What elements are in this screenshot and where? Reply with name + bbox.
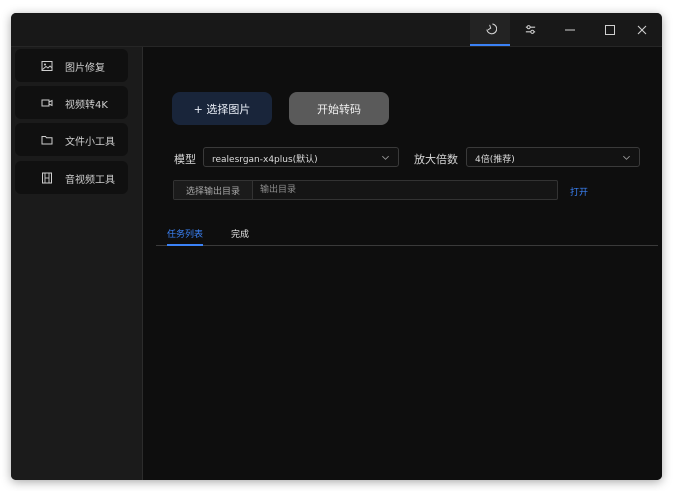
sidebar-item-av-tools[interactable]: 音视频工具 <box>15 161 128 194</box>
start-transcode-button[interactable]: 开始转码 <box>289 92 389 125</box>
open-output-link[interactable]: 打开 <box>570 185 588 198</box>
output-dir-input[interactable] <box>253 181 557 199</box>
sidebar-item-label: 视频转4K <box>65 100 108 111</box>
minimize-icon <box>565 28 575 31</box>
folder-icon <box>41 136 53 145</box>
choose-output-dir-button[interactable]: 选择输出目录 <box>174 181 253 199</box>
model-label: 模型 <box>174 153 196 166</box>
maximize-icon <box>605 24 615 35</box>
output-directory-group: 选择输出目录 <box>173 180 558 200</box>
sidebar-item-label: 音视频工具 <box>65 175 115 186</box>
chevron-down-icon <box>623 155 630 160</box>
settings-button[interactable] <box>510 13 550 46</box>
tab-task-list[interactable]: 任务列表 <box>167 227 204 246</box>
theme-toggle-button[interactable] <box>470 13 510 46</box>
video-camera-icon <box>41 99 53 107</box>
film-icon <box>42 172 52 184</box>
close-icon <box>637 25 647 34</box>
minimize-button[interactable] <box>550 13 590 46</box>
moon-icon <box>485 23 497 35</box>
model-select[interactable]: realesrgan-x4plus(默认) <box>203 147 399 167</box>
image-icon <box>41 61 53 71</box>
sliders-icon <box>525 25 535 34</box>
sidebar: 图片修复 视频转4K 文件小工具 音视频工具 <box>11 47 143 480</box>
sidebar-item-image-repair[interactable]: 图片修复 <box>15 49 128 82</box>
model-select-value: realesrgan-x4plus(默认) <box>212 155 318 165</box>
scale-label: 放大倍数 <box>414 153 458 166</box>
scale-select[interactable]: 4倍(推荐) <box>466 147 640 167</box>
app-window: 图片修复 视频转4K 文件小工具 音视频工具 + 选择图片 开始转码 模型 re… <box>11 13 662 480</box>
sidebar-item-label: 文件小工具 <box>65 137 115 148</box>
tab-completed[interactable]: 完成 <box>231 227 249 244</box>
sidebar-item-label: 图片修复 <box>65 63 105 74</box>
task-tabs: 任务列表 完成 <box>156 225 658 246</box>
title-bar <box>11 13 662 47</box>
main-panel: + 选择图片 开始转码 模型 realesrgan-x4plus(默认) 放大倍… <box>143 47 662 480</box>
sidebar-item-file-tools[interactable]: 文件小工具 <box>15 123 128 156</box>
sidebar-item-video-4k[interactable]: 视频转4K <box>15 86 128 119</box>
scale-select-value: 4倍(推荐) <box>475 155 515 165</box>
close-button[interactable] <box>622 13 662 46</box>
select-images-button[interactable]: + 选择图片 <box>172 92 272 125</box>
chevron-down-icon <box>382 155 389 160</box>
